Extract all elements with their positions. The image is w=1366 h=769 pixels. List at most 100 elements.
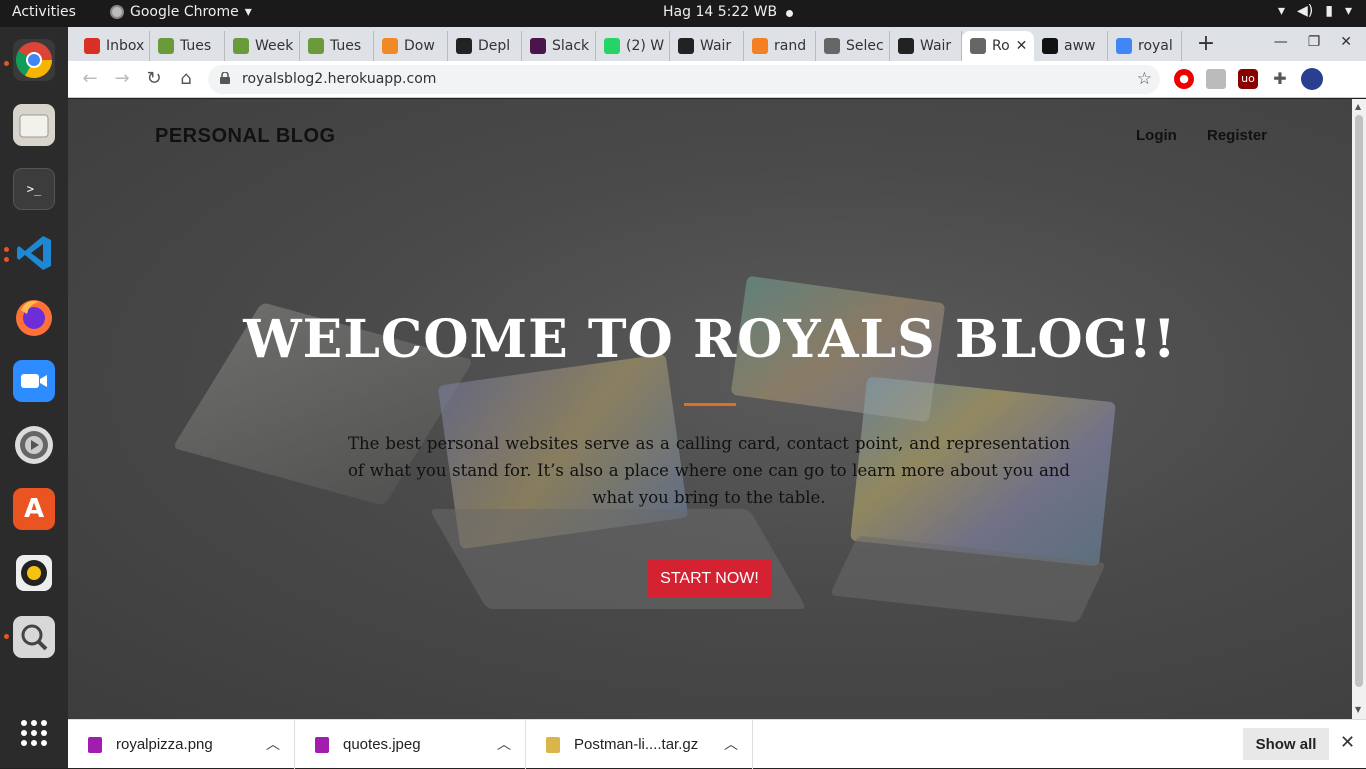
archive-file-icon [546, 736, 560, 753]
home-icon[interactable]: ⌂ [175, 69, 197, 91]
download-item[interactable]: Postman-li....tar.gz ︿ [526, 720, 753, 769]
browser-tab[interactable]: aww [1034, 31, 1108, 61]
url-text: royalsblog2.herokuapp.com [242, 71, 437, 87]
window-controls: — ❐ ✕ [1274, 34, 1352, 50]
running-indicator [4, 61, 9, 66]
palm-icon [158, 38, 174, 54]
close-tab-icon[interactable]: ✕ [1016, 38, 1028, 54]
chevron-down-icon: ▾ [1344, 3, 1352, 19]
scrollbar-thumb[interactable] [1355, 115, 1363, 687]
scroll-up-icon[interactable]: ▲ [1355, 102, 1361, 111]
address-bar[interactable]: royalsblog2.herokuapp.com ☆ [208, 65, 1160, 94]
minimize-icon[interactable]: — [1274, 34, 1288, 50]
browser-tab[interactable]: Tues [300, 31, 374, 61]
forward-icon[interactable]: → [111, 69, 133, 91]
running-indicator [4, 247, 9, 252]
browser-tab[interactable]: Tues [150, 31, 225, 61]
back-icon[interactable]: ← [79, 69, 101, 91]
browser-tab[interactable]: (2) W [596, 31, 670, 61]
terminal-icon[interactable]: >_ [13, 168, 55, 210]
browser-tab[interactable]: Selec [816, 31, 890, 61]
running-indicator [4, 634, 9, 639]
tab-title: Selec [846, 38, 884, 54]
show-all-button[interactable]: Show all [1243, 728, 1329, 760]
lock-icon [220, 72, 230, 84]
tab-title: royal [1138, 38, 1173, 54]
browser-tab[interactable]: Dow [374, 31, 448, 61]
download-item[interactable]: quotes.jpeg ︿ [295, 720, 526, 769]
music-icon[interactable] [13, 552, 55, 594]
tab-title: Wair [920, 38, 952, 54]
browser-tab[interactable]: Inbox [76, 31, 150, 61]
tab-strip: Inbox Tues Week Tues Dow Depl Slack (2) W Wair ra… [68, 27, 1366, 61]
tab-title: Inbox [106, 38, 145, 54]
vscode-icon[interactable] [13, 232, 55, 274]
screenshot-icon[interactable] [13, 616, 55, 658]
settings-icon[interactable] [13, 424, 55, 466]
chrome-icon[interactable] [13, 39, 55, 81]
system-tray[interactable]: ▾ ◀) ▮ ▾ [1278, 3, 1352, 19]
tab-title: Tues [180, 38, 212, 54]
start-now-button[interactable]: START NOW! [647, 560, 772, 598]
palm-icon [308, 38, 324, 54]
files-icon[interactable] [13, 104, 55, 146]
browser-tab[interactable]: Ro ✕ [962, 31, 1034, 61]
running-indicator [4, 257, 9, 262]
slack-icon [530, 38, 546, 54]
chevron-up-icon[interactable]: ︿ [497, 734, 511, 754]
whatsapp-icon [604, 38, 620, 54]
activities-button[interactable]: Activities [12, 4, 76, 20]
image-file-icon [315, 736, 329, 753]
new-tab-button[interactable]: + [1193, 32, 1219, 58]
chevron-up-icon[interactable]: ︿ [724, 734, 738, 754]
hero-title: WELCOME TO ROYALS BLOG!! [243, 309, 1177, 370]
accent-divider [684, 403, 736, 406]
app-grid-icon[interactable] [13, 712, 55, 754]
bookmark-star-icon[interactable]: ☆ [1137, 69, 1152, 89]
chevron-up-icon[interactable]: ︿ [266, 734, 280, 754]
adblock-extension-icon[interactable]: ● [1174, 69, 1194, 89]
tab-title: Wair [700, 38, 732, 54]
download-item[interactable]: royalpizza.png ︿ [68, 720, 295, 769]
close-window-icon[interactable]: ✕ [1340, 34, 1352, 50]
site-brand[interactable]: PERSONAL BLOG [155, 125, 336, 148]
browser-tab[interactable]: Depl [448, 31, 522, 61]
extension-icon[interactable] [1206, 69, 1226, 89]
app-menu[interactable]: Google Chrome ▾ [110, 4, 252, 20]
ublock-extension-icon[interactable]: uo [1238, 69, 1258, 89]
github-icon [456, 38, 472, 54]
browser-tab[interactable]: Slack [522, 31, 596, 61]
app-name: Google Chrome [130, 4, 239, 20]
browser-tab[interactable]: Wair [890, 31, 962, 61]
notification-dot-icon [786, 10, 793, 17]
login-link[interactable]: Login [1136, 127, 1177, 144]
zoom-icon[interactable] [13, 360, 55, 402]
close-downloads-icon[interactable]: ✕ [1340, 732, 1355, 753]
puzzle-extensions-icon[interactable]: ✚ [1270, 69, 1290, 89]
download-filename: royalpizza.png [116, 736, 213, 753]
software-icon[interactable]: A [13, 488, 55, 530]
chevron-down-icon: ▾ [244, 4, 252, 20]
maximize-icon[interactable]: ❐ [1308, 34, 1321, 50]
browser-tab[interactable]: rand [744, 31, 816, 61]
profile-avatar[interactable] [1301, 68, 1323, 90]
register-link[interactable]: Register [1207, 127, 1267, 144]
downloads-bar: royalpizza.png ︿ quotes.jpeg ︿ Postman-l… [68, 719, 1366, 769]
globe-icon [970, 38, 986, 54]
reload-icon[interactable]: ↻ [143, 69, 165, 91]
volume-icon: ◀) [1297, 3, 1314, 19]
firefox-icon[interactable] [13, 296, 55, 338]
scroll-down-icon[interactable]: ▼ [1355, 705, 1361, 714]
palm-icon [233, 38, 249, 54]
browser-tab[interactable]: Wair [670, 31, 744, 61]
tab-title: Slack [552, 38, 590, 54]
system-top-bar: Activities Google Chrome ▾ Hag 14 5:22 W… [0, 0, 1366, 27]
tab-title: Ro [992, 38, 1010, 54]
web-page: PERSONAL BLOG Login Register WELCOME TO … [68, 99, 1352, 719]
browser-tab[interactable]: Week [225, 31, 300, 61]
page-scrollbar[interactable]: ▲ ▼ [1352, 99, 1366, 719]
github-icon [898, 38, 914, 54]
clock[interactable]: Hag 14 5:22 WB [663, 4, 777, 20]
browser-tab[interactable]: royal [1108, 31, 1182, 61]
download-filename: Postman-li....tar.gz [574, 736, 699, 753]
